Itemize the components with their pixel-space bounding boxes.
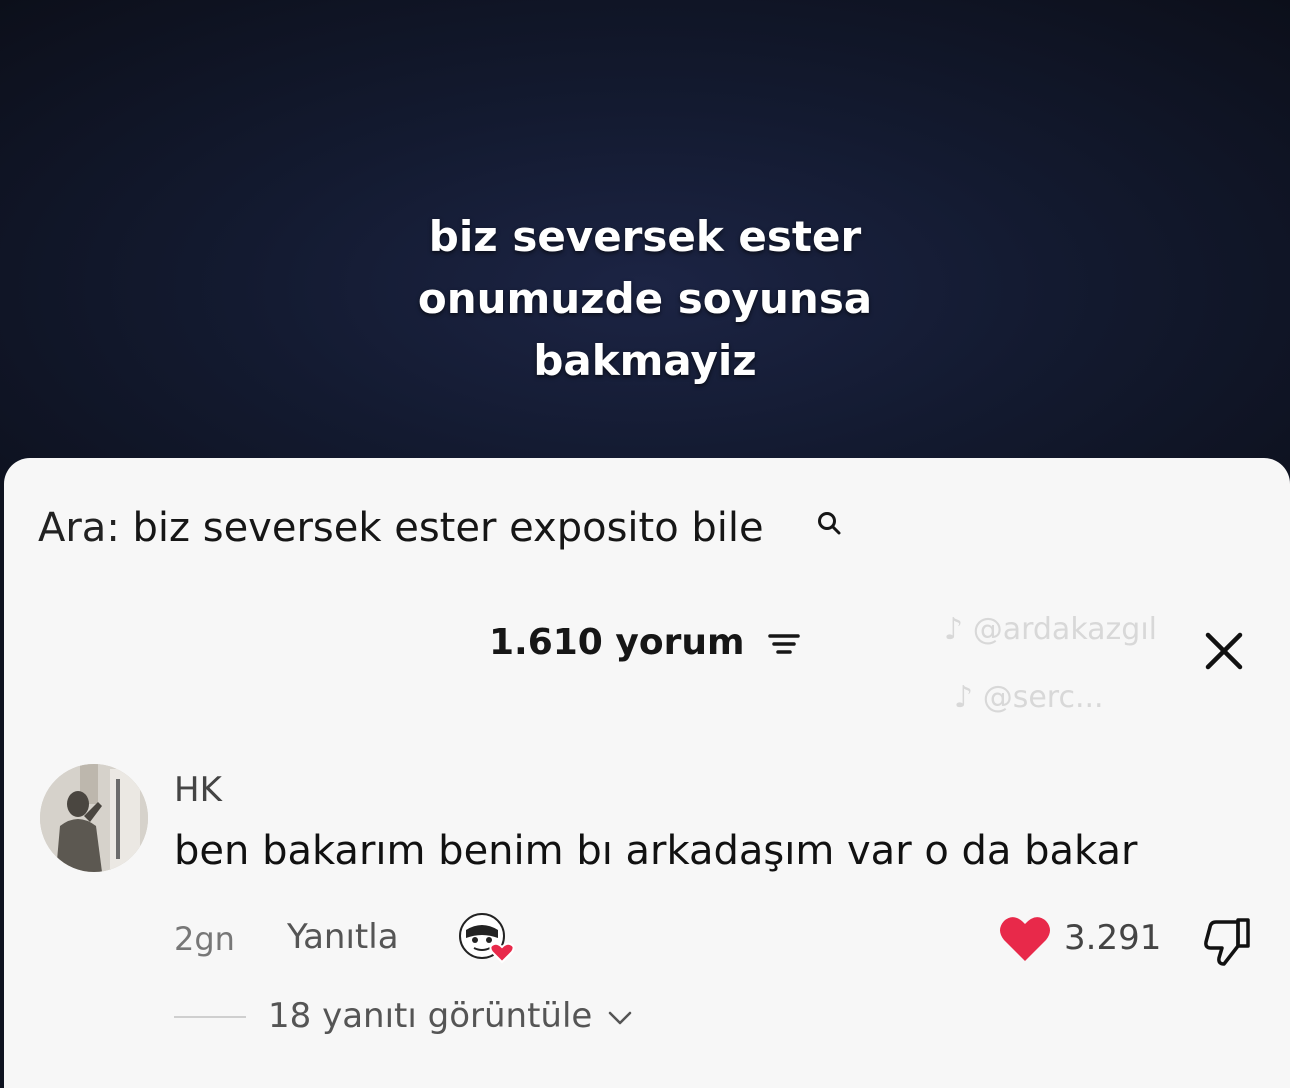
search-suggestion[interactable]: Ara: biz seversek ester exposito bile <box>38 505 764 551</box>
comment-username[interactable]: HK <box>174 770 222 810</box>
replies-divider <box>174 1016 246 1018</box>
comment-count: 1.610 yorum <box>488 622 745 663</box>
search-query: biz seversek ester exposito bile <box>132 505 764 551</box>
tiktok-logo-icon: ♪ <box>954 680 974 715</box>
avatar-image <box>40 764 148 872</box>
watermark: ♪ @serc... <box>954 680 1104 715</box>
comment-text: ben bakarım benim bı arkadaşım var o da … <box>174 828 1138 874</box>
creator-liked-icon <box>459 913 515 964</box>
close-icon[interactable] <box>1203 630 1245 672</box>
like-count: 3.291 <box>1064 918 1162 958</box>
dislike-icon[interactable] <box>1202 914 1258 968</box>
caption-line: biz seversek ester <box>428 212 862 261</box>
caption-line: onumuzde soyunsa <box>417 274 873 323</box>
watermark: ♪ @ardakazgıl <box>944 612 1158 647</box>
caption-line: bakmayiz <box>533 336 757 385</box>
video-caption: biz seversek ester onumuzde soyunsa bakm… <box>0 206 1290 392</box>
chevron-down-icon <box>608 1011 632 1024</box>
search-prefix: Ara: <box>38 505 120 551</box>
view-replies-button[interactable]: 18 yanıtı görüntüle <box>268 996 633 1036</box>
heart-icon[interactable] <box>998 914 1052 964</box>
filter-icon[interactable] <box>767 629 801 659</box>
search-icon[interactable] <box>816 510 842 536</box>
tiktok-logo-icon: ♪ <box>944 612 964 647</box>
reply-button[interactable]: Yanıtla <box>287 917 399 957</box>
comment-time: 2gn <box>174 920 235 958</box>
view-replies-label: 18 yanıtı görüntüle <box>268 996 593 1036</box>
avatar[interactable] <box>40 764 148 872</box>
